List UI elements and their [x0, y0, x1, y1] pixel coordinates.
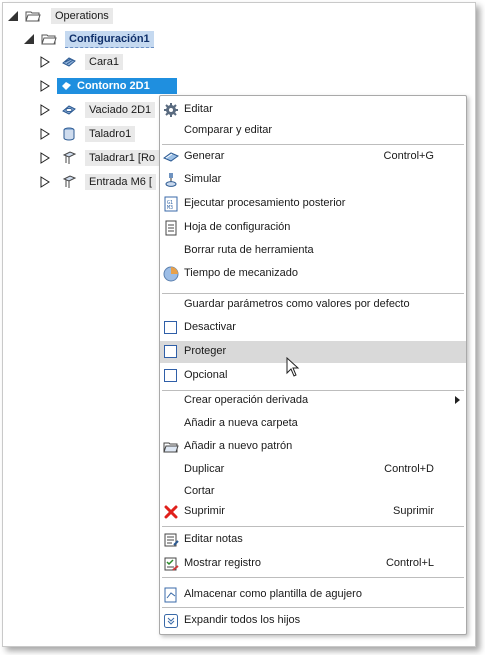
menu-item-postproceso[interactable]: G1 M3 Ejecutar procesamiento posterior	[160, 193, 466, 215]
menu-separator	[162, 607, 464, 608]
tree-op-label[interactable]: Cara1	[85, 54, 123, 70]
menu-item-almacenar-plantilla[interactable]: Almacenar como plantilla de agujero	[160, 584, 466, 606]
menu-item-guardar-param[interactable]: Guardar parámetros como valores por defe…	[160, 294, 466, 316]
collapse-arrow-icon[interactable]	[7, 10, 19, 22]
gear-icon	[164, 103, 178, 117]
expand-arrow-icon[interactable]	[39, 80, 51, 92]
tree-setup-label[interactable]: Configuración1	[65, 31, 154, 48]
folder-icon	[25, 11, 41, 22]
tree-op-label[interactable]: Taladrar1 [Ro	[85, 150, 160, 166]
menu-item-mostrar-registro[interactable]: Mostrar registro Control+L	[160, 553, 466, 575]
expand-arrow-icon[interactable]	[39, 104, 51, 116]
tap-op-icon	[62, 151, 77, 164]
contour-op-icon	[62, 82, 71, 90]
menu-item-derivada[interactable]: Crear operación derivada	[160, 390, 466, 412]
checkbox-icon[interactable]	[164, 369, 177, 382]
pocket-op-icon	[62, 105, 76, 115]
generate-icon	[163, 152, 179, 162]
thread-op-icon	[62, 175, 77, 188]
menu-item-comparar[interactable]: Comparar y editar	[160, 120, 466, 142]
log-icon	[164, 557, 179, 571]
notes-icon	[164, 533, 179, 547]
window-frame: Operations Configuración1 Cara1 Contorno…	[2, 2, 476, 647]
open-folder-icon	[163, 442, 179, 453]
svg-text:M3: M3	[167, 205, 173, 211]
menu-item-editar-notas[interactable]: Editar notas	[160, 529, 466, 551]
setup-sheet-icon	[165, 220, 177, 236]
tree-op-label-selected[interactable]: Contorno 2D1	[57, 78, 177, 94]
menu-item-borrar-ruta[interactable]: Borrar ruta de herramienta	[160, 240, 466, 262]
collapse-arrow-icon[interactable]	[23, 33, 35, 45]
mouse-cursor-icon	[286, 357, 300, 377]
menu-item-cortar[interactable]: Cortar	[160, 481, 466, 503]
tree-op-label[interactable]: Vaciado 2D1	[85, 102, 156, 118]
expand-arrow-icon[interactable]	[39, 152, 51, 164]
menu-item-hoja[interactable]: Hoja de configuración	[160, 217, 466, 239]
submenu-arrow-icon	[455, 396, 460, 404]
context-menu: Editar Comparar y editar Generar Control…	[159, 95, 467, 635]
expand-arrow-icon[interactable]	[39, 128, 51, 140]
menu-item-generar[interactable]: Generar Control+G	[160, 146, 466, 168]
setup-folder-icon	[41, 34, 57, 45]
menu-item-expandir[interactable]: Expandir todos los hijos	[160, 610, 466, 632]
face-op-icon	[62, 57, 76, 67]
pie-clock-icon	[163, 266, 179, 282]
expand-arrow-icon[interactable]	[39, 176, 51, 188]
menu-item-nuevo-patron[interactable]: Añadir a nuevo patrón	[160, 436, 466, 458]
menu-item-tiempo[interactable]: Tiempo de mecanizado	[160, 263, 466, 285]
menu-item-nueva-carpeta[interactable]: Añadir a nueva carpeta	[160, 413, 466, 435]
drill-op-icon	[63, 127, 75, 141]
expand-all-icon	[164, 614, 178, 628]
tree-root-label[interactable]: Operations	[51, 8, 113, 24]
menu-item-desactivar[interactable]: Desactivar	[160, 317, 466, 339]
menu-separator	[162, 144, 464, 145]
simulate-icon	[165, 173, 177, 187]
tree-op-label[interactable]: Taladro1	[85, 126, 136, 142]
menu-item-opcional[interactable]: Opcional	[160, 365, 466, 387]
checkbox-icon[interactable]	[164, 345, 177, 358]
template-icon	[164, 587, 177, 603]
post-process-icon: G1M3	[164, 196, 178, 212]
menu-item-suprimir[interactable]: Suprimir Suprimir	[160, 501, 466, 523]
menu-item-duplicar[interactable]: Duplicar Control+D	[160, 459, 466, 481]
expand-arrow-icon[interactable]	[39, 56, 51, 68]
tree-op-label[interactable]: Entrada M6 [	[85, 174, 156, 190]
menu-item-simular[interactable]: Simular	[160, 169, 466, 191]
menu-separator	[162, 577, 464, 578]
checkbox-icon[interactable]	[164, 321, 177, 334]
menu-separator	[162, 526, 464, 527]
menu-item-proteger[interactable]: Proteger	[160, 341, 466, 363]
delete-x-icon	[164, 505, 178, 519]
menu-item-editar[interactable]: Editar	[160, 99, 466, 121]
